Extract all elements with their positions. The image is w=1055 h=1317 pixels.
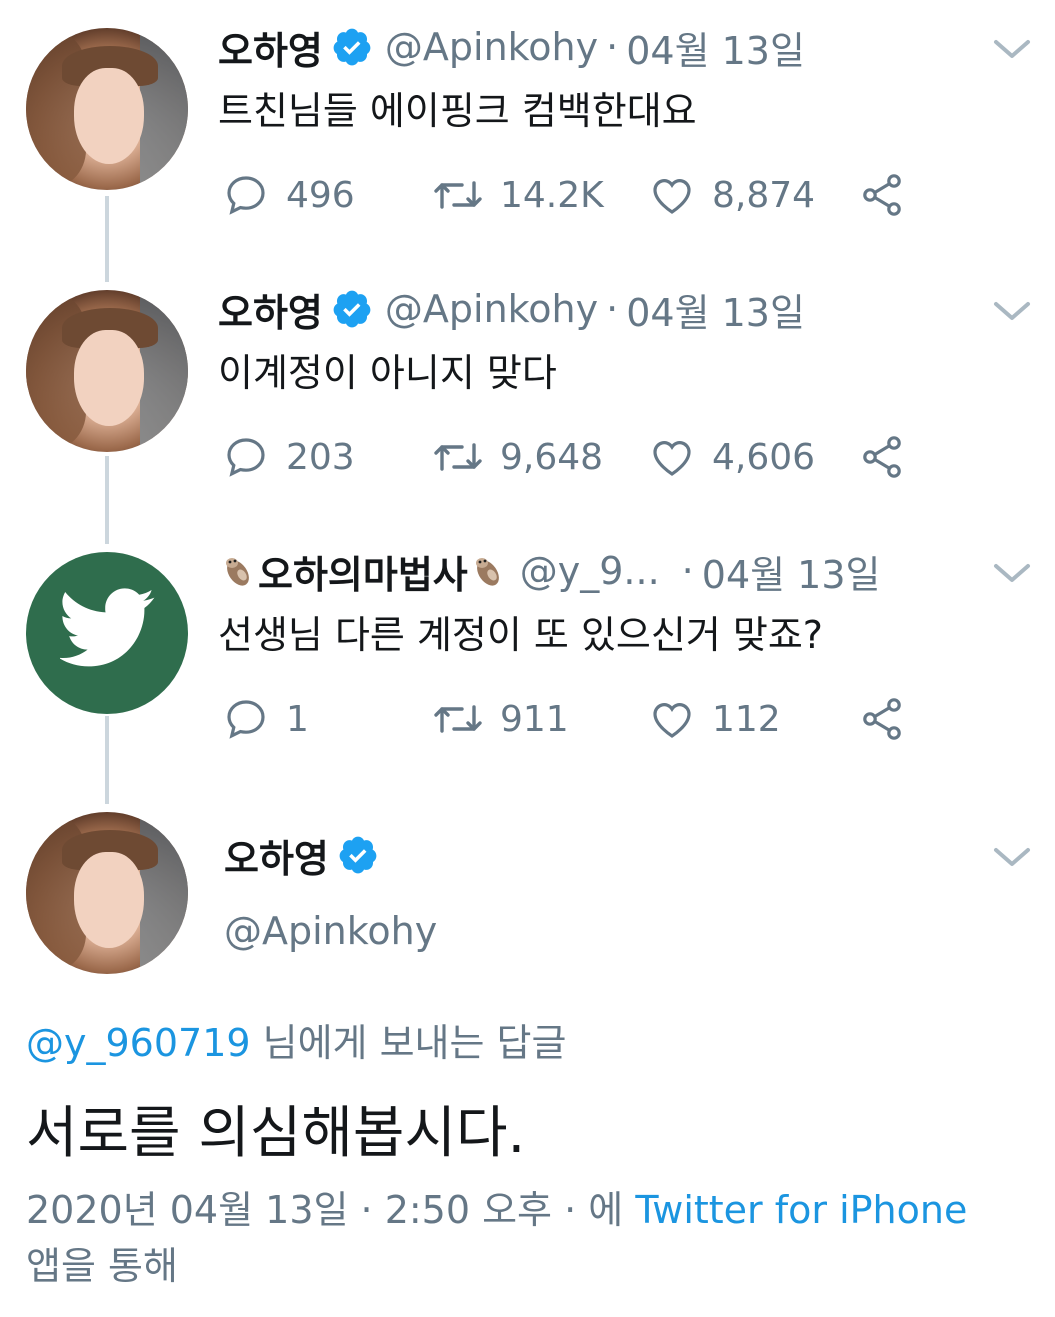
replying-to: @y_960719 님에게 보내는 답글 bbox=[26, 1012, 566, 1067]
reply-label: 님에게 보내는 답글 bbox=[250, 1021, 567, 1065]
heart-icon bbox=[653, 703, 691, 738]
heart-icon bbox=[653, 179, 691, 214]
tweet-text: 이계정이 아니지 맞다 bbox=[218, 351, 557, 395]
display-name[interactable]: 오하영 bbox=[218, 282, 323, 337]
timestamp[interactable]: 04월 13일 bbox=[626, 282, 805, 337]
tweet[interactable]: 오하영 @Apinkohy · 04월 13일 이계정이 아니지 맞다 203 … bbox=[0, 262, 1055, 524]
handle[interactable]: @Apinkohy bbox=[385, 25, 598, 69]
avatar[interactable] bbox=[26, 28, 188, 190]
retweet-count: 9,648 bbox=[500, 436, 604, 478]
reply-count: 496 bbox=[286, 174, 355, 216]
reply-button[interactable]: 496 bbox=[222, 170, 355, 220]
otter-emoji-icon bbox=[226, 558, 249, 586]
separator-dot: · bbox=[606, 25, 619, 69]
chevron-down-icon[interactable] bbox=[990, 296, 1034, 326]
otter-emoji-icon bbox=[475, 558, 499, 586]
chevron-down-icon[interactable] bbox=[990, 34, 1034, 64]
retweet-button[interactable]: 911 bbox=[432, 694, 569, 744]
avatar[interactable] bbox=[26, 552, 188, 714]
separator-dot: · bbox=[606, 287, 619, 331]
heart-icon bbox=[653, 441, 691, 476]
avatar[interactable] bbox=[26, 812, 188, 974]
verified-badge-icon bbox=[339, 836, 377, 874]
chevron-down-icon[interactable] bbox=[990, 558, 1034, 588]
author-name-row: 오하영 bbox=[224, 828, 379, 883]
tweet[interactable]: 오하의마법사 @y_9... · 04월 13일 선생님 다른 계정이 또 있으… bbox=[0, 524, 1055, 786]
share-icon bbox=[863, 174, 901, 216]
retweet-icon bbox=[434, 443, 482, 471]
tweet-actions: 496 14.2K 8,874 bbox=[222, 170, 922, 220]
tweet-header: 오하영 @Apinkohy · 04월 13일 bbox=[218, 20, 805, 75]
display-name[interactable]: 오하영 bbox=[224, 828, 329, 883]
reply-bubble-icon bbox=[227, 438, 265, 477]
retweet-icon bbox=[434, 181, 482, 209]
reply-bubble-icon bbox=[227, 176, 265, 215]
share-button[interactable] bbox=[858, 170, 906, 220]
display-name[interactable]: 오하의마법사 bbox=[258, 544, 468, 599]
share-icon bbox=[863, 698, 901, 740]
like-button[interactable]: 112 bbox=[648, 694, 781, 744]
tweet[interactable]: 오하영 @Apinkohy · 04월 13일 트친님들 에이핑크 컴백한대요 … bbox=[0, 0, 1055, 262]
source-link[interactable]: Twitter for iPhone bbox=[635, 1188, 967, 1232]
like-button[interactable]: 8,874 bbox=[648, 170, 815, 220]
reply-count: 203 bbox=[286, 436, 355, 478]
timestamp[interactable]: 04월 13일 bbox=[626, 20, 805, 75]
reply-button[interactable]: 203 bbox=[222, 432, 355, 482]
retweet-icon bbox=[434, 705, 482, 733]
tweet-text: 선생님 다른 계정이 또 있으신거 맞죠? bbox=[218, 613, 823, 657]
like-button[interactable]: 4,606 bbox=[648, 432, 815, 482]
avatar[interactable] bbox=[26, 290, 188, 452]
retweet-count: 911 bbox=[500, 698, 569, 740]
tweet-meta: 2020년 04월 13일 · 2:50 오후 · 에 Twitter for … bbox=[26, 1182, 1036, 1294]
tweet-text: 트친님들 에이핑크 컴백한대요 bbox=[218, 89, 697, 133]
retweet-button[interactable]: 9,648 bbox=[432, 432, 603, 482]
tweet-header: 오하영 @Apinkohy · 04월 13일 bbox=[218, 282, 805, 337]
author-handle-row: @Apinkohy bbox=[224, 906, 437, 956]
chevron-down-icon[interactable] bbox=[990, 842, 1034, 872]
timestamp[interactable]: 04월 13일 bbox=[702, 544, 881, 599]
default-egg-bird-icon bbox=[60, 588, 155, 667]
focused-tweet-text: 서로를 의심해봅시다. bbox=[26, 1101, 526, 1166]
handle[interactable]: @y_9... bbox=[520, 549, 660, 593]
like-count: 4,606 bbox=[712, 436, 816, 478]
reply-button[interactable]: 1 bbox=[222, 694, 309, 744]
tweet-header: 오하의마법사 @y_9... · 04월 13일 bbox=[218, 544, 881, 599]
share-button[interactable] bbox=[858, 694, 906, 744]
share-icon bbox=[863, 436, 901, 478]
retweet-count: 14.2K bbox=[500, 174, 604, 216]
share-button[interactable] bbox=[858, 432, 906, 482]
separator-dot: · bbox=[681, 549, 694, 593]
like-count: 112 bbox=[712, 698, 781, 740]
display-name[interactable]: 오하영 bbox=[218, 20, 323, 75]
tweet-datetime[interactable]: 2020년 04월 13일 · 2:50 오후 · 에 bbox=[26, 1188, 635, 1232]
source-suffix: 앱을 통해 bbox=[26, 1244, 178, 1288]
verified-badge-icon bbox=[333, 28, 371, 66]
like-count: 8,874 bbox=[712, 174, 816, 216]
tweet-actions: 1 911 112 bbox=[222, 694, 922, 744]
retweet-button[interactable]: 14.2K bbox=[432, 170, 604, 220]
handle[interactable]: @Apinkohy bbox=[224, 909, 437, 953]
handle[interactable]: @Apinkohy bbox=[385, 287, 598, 331]
reply-bubble-icon bbox=[227, 700, 265, 739]
verified-badge-icon bbox=[333, 290, 371, 328]
tweet-actions: 203 9,648 4,606 bbox=[222, 432, 922, 482]
reply-count: 1 bbox=[286, 698, 309, 740]
reply-mention-link[interactable]: @y_960719 bbox=[26, 1021, 251, 1065]
